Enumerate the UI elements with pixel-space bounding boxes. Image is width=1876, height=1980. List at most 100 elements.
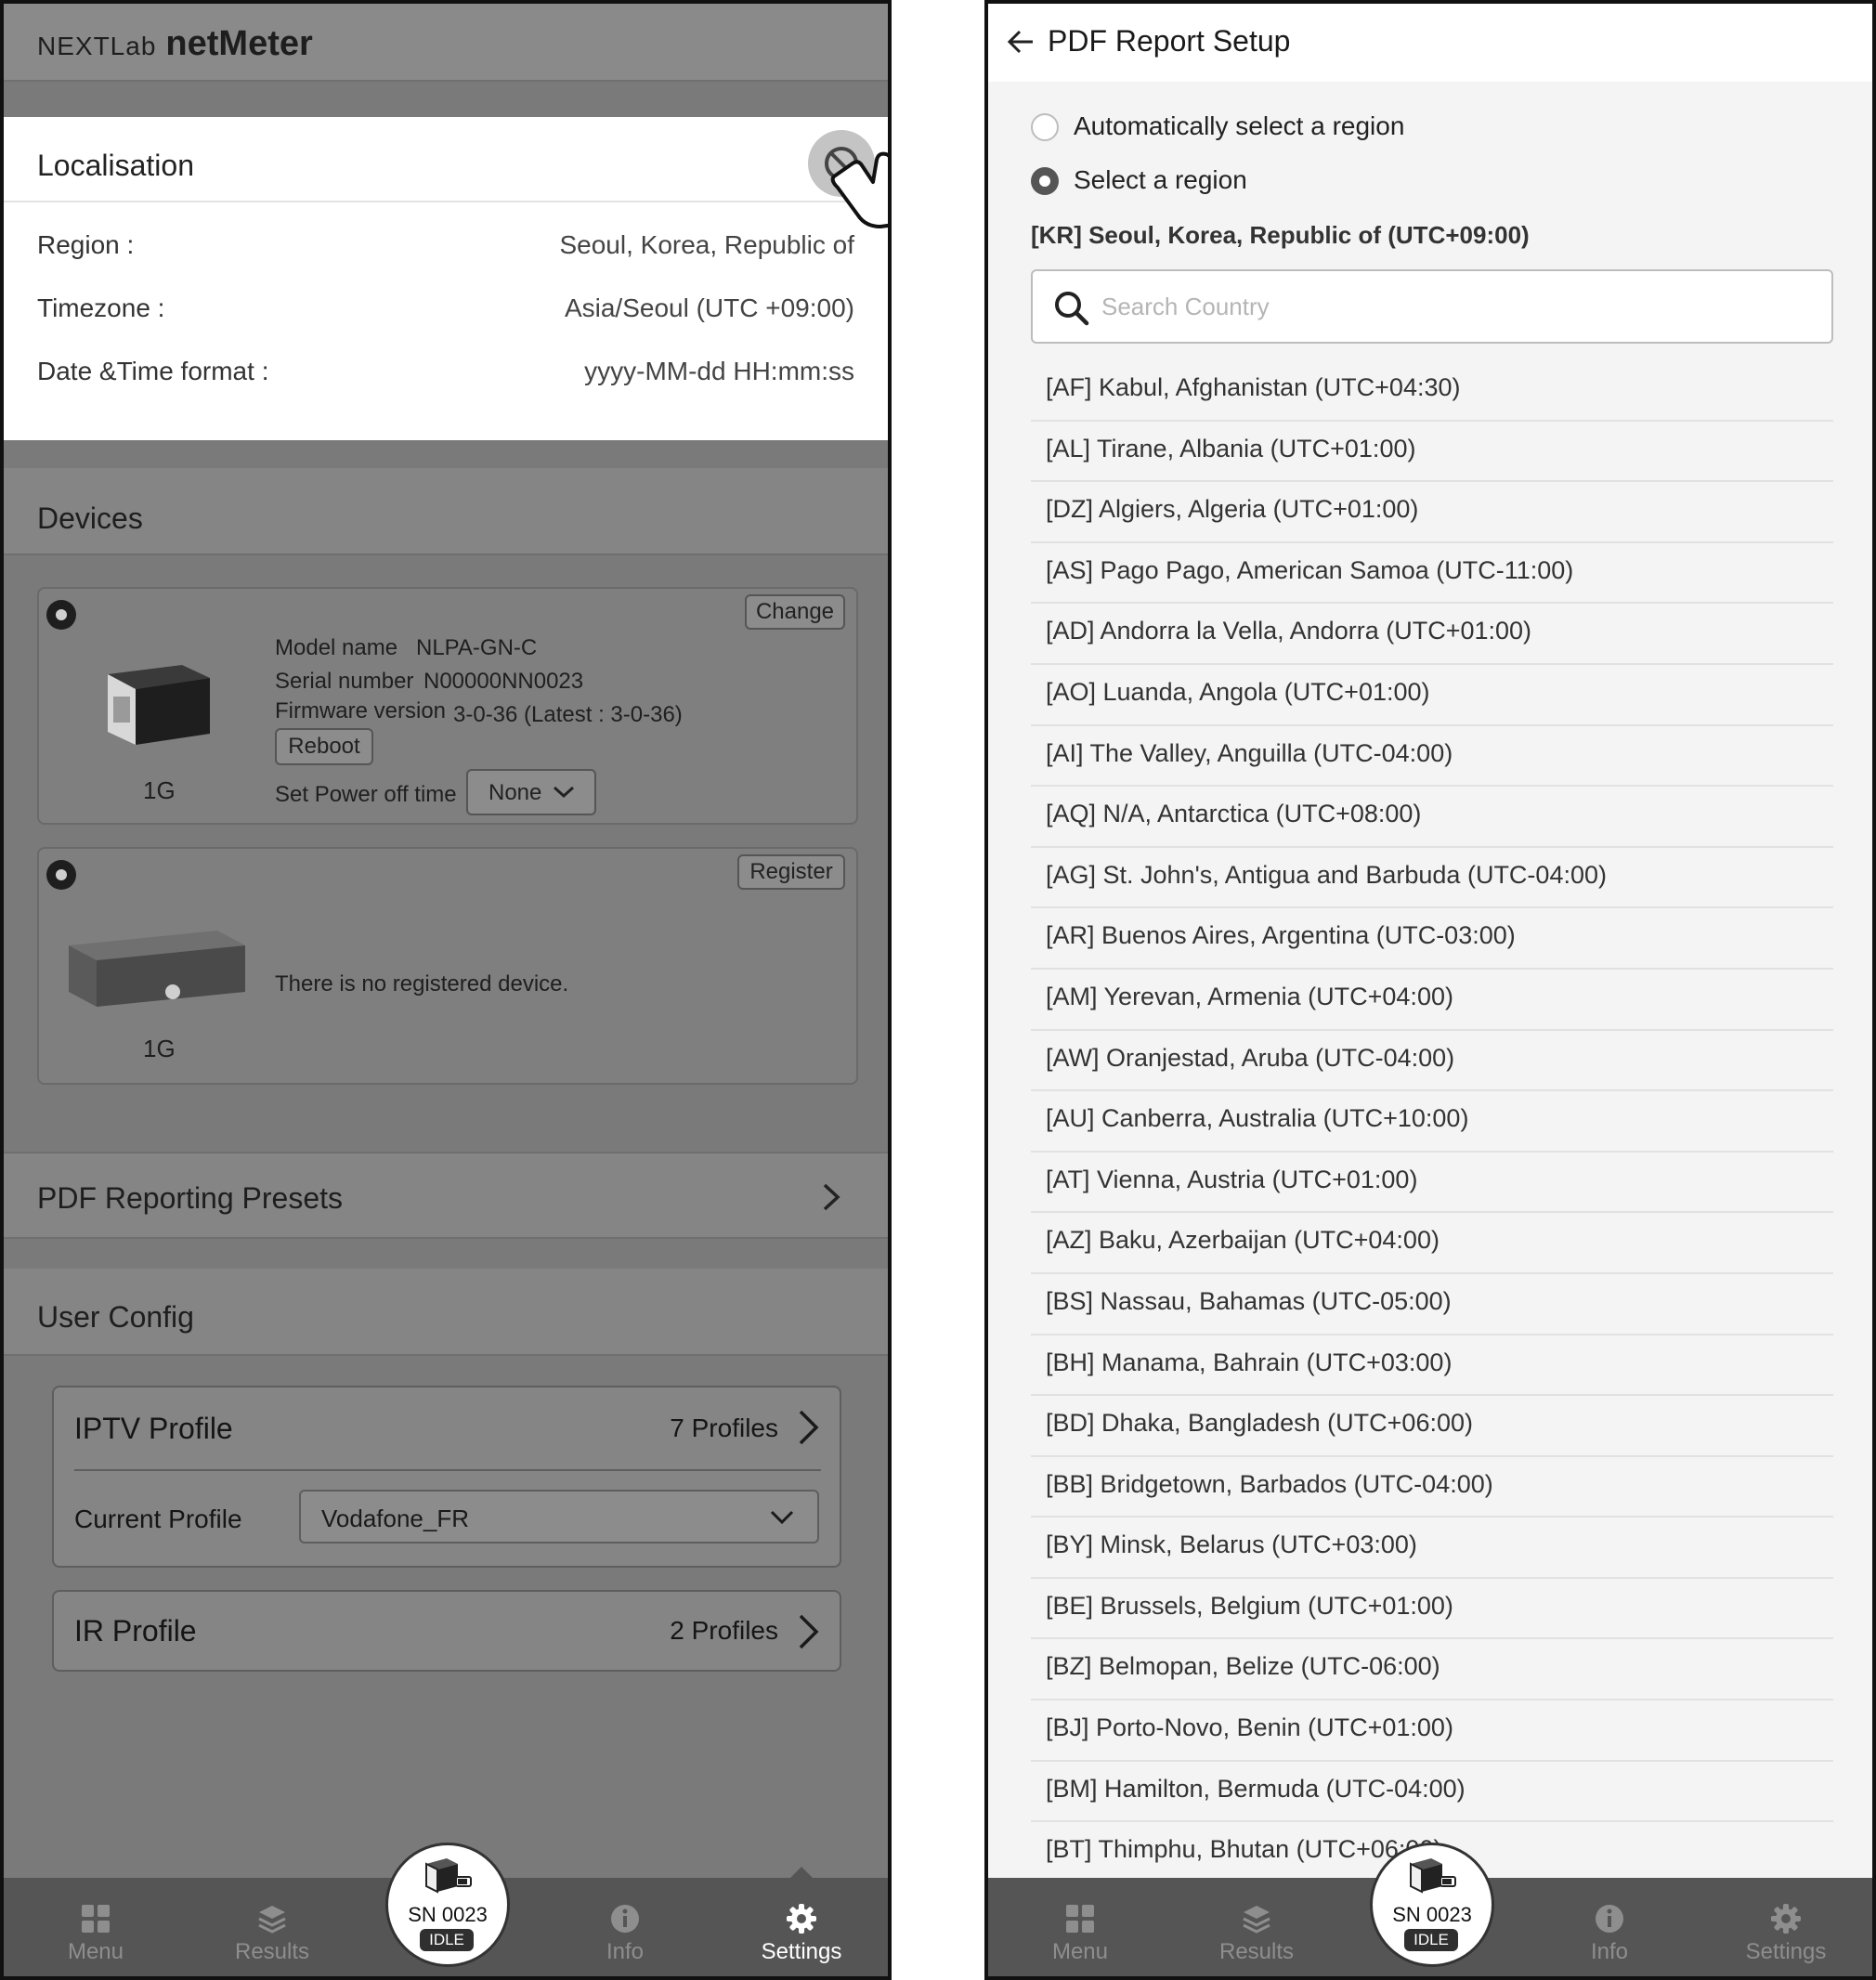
hand-pointer-icon	[830, 151, 888, 228]
reboot-button[interactable]: Reboot	[275, 728, 373, 765]
layers-icon	[258, 1906, 286, 1934]
divider	[4, 1354, 888, 1356]
region-label: Region :	[37, 230, 135, 259]
country-list-item[interactable]: [BM] Hamilton, Bermuda (UTC-04:00)	[1031, 1762, 1833, 1823]
country-search-box[interactable]	[1031, 269, 1833, 344]
ir-profile-card[interactable]: IR Profile 2 Profiles	[52, 1590, 841, 1672]
country-list-item[interactable]: [AM] Yerevan, Armenia (UTC+04:00)	[1031, 970, 1833, 1031]
device-speed: 1G	[143, 776, 176, 804]
country-list-item[interactable]: [BZ] Belmopan, Belize (UTC-06:00)	[1031, 1639, 1833, 1701]
nav-info[interactable]: Info	[555, 1878, 695, 1976]
country-list-item[interactable]: [AF] Kabul, Afghanistan (UTC+04:30)	[1031, 360, 1833, 422]
power-off-select[interactable]: None	[466, 769, 596, 815]
country-list-item[interactable]: [AO] Luanda, Angola (UTC+01:00)	[1031, 665, 1833, 726]
country-list-item[interactable]: [BH] Manama, Bahrain (UTC+03:00)	[1031, 1335, 1833, 1397]
country-list-item[interactable]: [BY] Minsk, Belarus (UTC+03:00)	[1031, 1518, 1833, 1579]
device-icon	[1410, 1858, 1456, 1894]
chevron-right-icon	[823, 1183, 840, 1211]
country-list-item[interactable]: [AR] Buenos Aires, Argentina (UTC-03:00)	[1031, 908, 1833, 970]
chevron-right-icon[interactable]	[797, 1612, 821, 1651]
country-list-item[interactable]: [AI] The Valley, Anguilla (UTC-04:00)	[1031, 726, 1833, 788]
user-config-title: User Config	[37, 1300, 194, 1334]
country-list-item[interactable]: [AW] Oranjestad, Aruba (UTC-04:00)	[1031, 1031, 1833, 1092]
nav-menu[interactable]: Menu	[1010, 1878, 1150, 1976]
device-image-icon	[69, 931, 245, 1007]
change-button[interactable]: Change	[745, 594, 845, 630]
timezone-label: Timezone :	[37, 293, 165, 322]
nav-info-label: Info	[1590, 1939, 1629, 1964]
nav-settings[interactable]: Settings	[732, 1878, 871, 1976]
firmware-value: 3-0-36 (Latest : 3-0-36)	[453, 702, 683, 727]
nav-info[interactable]: Info	[1540, 1878, 1679, 1976]
localisation-panel: Localisation Region : Seoul, Korea, Repu…	[4, 117, 888, 440]
serial-label: Serial number	[275, 669, 414, 694]
country-list-item[interactable]: [AZ] Baku, Azerbaijan (UTC+04:00)	[1031, 1213, 1833, 1274]
nav-menu-label: Menu	[1051, 1939, 1109, 1964]
country-list-item[interactable]: [DZ] Algiers, Algeria (UTC+01:00)	[1031, 482, 1833, 543]
country-list-item[interactable]: [AL] Tirane, Albania (UTC+01:00)	[1031, 422, 1833, 483]
iptv-profile-count: 7 Profiles	[670, 1413, 778, 1442]
country-list-item[interactable]: [AD] Andorra la Vella, Andorra (UTC+01:0…	[1031, 604, 1833, 665]
status-badge: IDLE	[420, 1929, 474, 1951]
country-list-item[interactable]: [AQ] N/A, Antarctica (UTC+08:00)	[1031, 787, 1833, 848]
device-card-1[interactable]: Change 1G Model name NLPA-GN-C Serial nu…	[37, 587, 858, 825]
nav-results[interactable]: Results	[1187, 1878, 1326, 1976]
country-list-item[interactable]: [AG] St. John's, Antigua and Barbuda (UT…	[1031, 848, 1833, 909]
device-radio-2[interactable]	[46, 860, 76, 890]
nav-results-label: Results	[234, 1939, 310, 1964]
radio-button-selected[interactable]	[1031, 167, 1059, 195]
device-status-button[interactable]: SN 0023 IDLE	[385, 1843, 510, 1967]
divider	[4, 201, 888, 202]
power-off-value: None	[489, 780, 542, 805]
status-badge: IDLE	[1404, 1929, 1458, 1951]
device-serial: SN 0023	[408, 1903, 488, 1926]
layers-icon	[1243, 1906, 1270, 1934]
pdf-report-setup-screen: PDF Report Setup Automatically select a …	[984, 0, 1876, 1980]
devices-title: Devices	[37, 502, 143, 535]
divider	[4, 554, 888, 555]
back-arrow-icon[interactable]	[1007, 28, 1035, 56]
country-list-item[interactable]: [BS] Nassau, Bahamas (UTC-05:00)	[1031, 1274, 1833, 1335]
chevron-down-icon	[770, 1510, 794, 1525]
search-input[interactable]	[1101, 288, 1807, 325]
register-button[interactable]: Register	[737, 854, 845, 890]
auto-region-label: Automatically select a region	[1074, 111, 1405, 140]
gear-icon	[1771, 1904, 1801, 1934]
country-list-item[interactable]: [BB] Bridgetown, Barbados (UTC-04:00)	[1031, 1457, 1833, 1518]
power-off-label: Set Power off time	[275, 782, 457, 807]
device-card-2[interactable]: Register There is no registered device. …	[37, 847, 858, 1085]
country-list-item[interactable]: [BD] Dhaka, Bangladesh (UTC+06:00)	[1031, 1396, 1833, 1457]
iptv-profile-card[interactable]: IPTV Profile 7 Profiles Current Profile …	[52, 1386, 841, 1568]
nav-settings[interactable]: Settings	[1716, 1878, 1856, 1976]
current-profile-value: Vodafone_FR	[321, 1505, 470, 1532]
chevron-down-icon	[553, 786, 575, 799]
pdf-presets-title: PDF Reporting Presets	[37, 1181, 344, 1215]
nav-results[interactable]: Results	[202, 1878, 342, 1976]
chevron-right-icon[interactable]	[797, 1408, 821, 1447]
gear-icon	[787, 1904, 816, 1934]
device-radio-1[interactable]	[46, 600, 76, 630]
country-list-item[interactable]: [BJ] Porto-Novo, Benin (UTC+01:00)	[1031, 1700, 1833, 1762]
country-list-item[interactable]: [AT] Vienna, Austria (UTC+01:00)	[1031, 1153, 1833, 1214]
iptv-profile-title: IPTV Profile	[74, 1412, 233, 1445]
app-logo: NEXTLab netMeter	[37, 24, 313, 64]
grid-icon	[1066, 1905, 1094, 1933]
nav-menu[interactable]: Menu	[26, 1878, 165, 1976]
info-icon	[611, 1905, 639, 1933]
datetime-label: Date &Time format :	[37, 357, 269, 385]
device-status-button[interactable]: SN 0023 IDLE	[1370, 1843, 1494, 1967]
country-list-item[interactable]: [BE] Brussels, Belgium (UTC+01:00)	[1031, 1579, 1833, 1640]
country-list: [AF] Kabul, Afghanistan (UTC+04:30) [AL] …	[1031, 360, 1833, 1883]
radio-button[interactable]	[1031, 113, 1059, 141]
nav-settings-label: Settings	[1745, 1939, 1827, 1964]
no-device-text: There is no registered device.	[275, 971, 569, 997]
country-list-item[interactable]: [AU] Canberra, Australia (UTC+10:00)	[1031, 1091, 1833, 1153]
datetime-value: yyyy-MM-dd HH:mm:ss	[584, 357, 854, 385]
pdf-reporting-presets-row[interactable]: PDF Reporting Presets	[4, 1152, 888, 1239]
current-profile-select[interactable]: Vodafone_FR	[299, 1490, 819, 1544]
current-profile-label: Current Profile	[74, 1505, 242, 1533]
nav-results-label: Results	[1218, 1939, 1295, 1964]
model-value: NLPA-GN-C	[416, 635, 538, 660]
device-icon	[425, 1858, 472, 1894]
country-list-item[interactable]: [AS] Pago Pago, American Samoa (UTC-11:0…	[1031, 543, 1833, 605]
